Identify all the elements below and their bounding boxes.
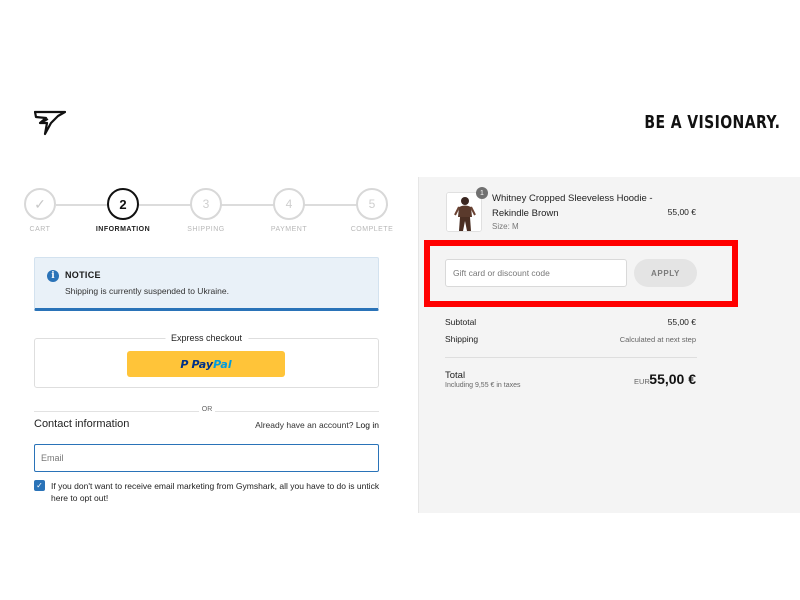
step-number: 4: [285, 197, 293, 211]
marketing-checkbox[interactable]: ✓: [34, 480, 45, 491]
account-prompt-text: Already have an account?: [255, 420, 354, 430]
step-number: 2: [119, 196, 127, 212]
account-prompt: Already have an account? Log in: [255, 420, 379, 430]
currency-code: EUR: [634, 377, 650, 386]
shipping-notice: i NOTICE Shipping is currently suspended…: [34, 257, 379, 311]
step-label-cart[interactable]: CART: [0, 226, 80, 233]
summary-divider: [445, 357, 697, 358]
product-name: Whitney Cropped Sleeveless Hoodie - Reki…: [492, 193, 653, 219]
paypal-pay-text: Pay: [191, 357, 214, 371]
express-checkout-title: Express checkout: [164, 333, 249, 343]
contact-information-title: Contact information: [34, 418, 130, 430]
marketing-consent-label: If you don't want to receive email marke…: [51, 481, 380, 503]
checkout-page: BE A VISIONARY. ✓ 2 3 4 5 CART INFORMATI…: [0, 0, 800, 600]
login-link[interactable]: Log in: [356, 420, 379, 430]
step-label-shipping: SHIPPING: [187, 226, 225, 233]
quantity-badge: 1: [476, 187, 488, 199]
gymshark-logo-icon[interactable]: [33, 110, 67, 136]
discount-code-input[interactable]: [445, 259, 627, 287]
product-thumbnail: [446, 192, 482, 232]
total-amount: 55,00 €: [649, 371, 696, 387]
product-size: Size: M: [492, 222, 519, 231]
subtotal-value: 55,00 €: [667, 317, 696, 327]
step-information: 2: [107, 188, 139, 220]
step-shipping: 3: [190, 188, 222, 220]
paypal-pal-text: Pal: [213, 357, 232, 371]
shipping-value: Calculated at next step: [619, 335, 696, 344]
notice-message: Shipping is currently suspended to Ukrai…: [65, 286, 229, 296]
step-label-information: INFORMATION: [95, 226, 151, 233]
checkout-stepper: ✓ 2 3 4 5 CART INFORMATION SHIPPING PAYM…: [24, 188, 393, 238]
subtotal-label: Subtotal: [445, 317, 477, 327]
info-icon: i: [47, 270, 59, 282]
check-icon: ✓: [34, 195, 46, 212]
checkmark-icon: ✓: [36, 481, 43, 490]
paypal-icon: P: [180, 357, 189, 371]
brand-slogan: BE A VISIONARY.: [644, 112, 780, 133]
step-complete: 5: [356, 188, 388, 220]
apply-discount-button[interactable]: APPLY: [634, 259, 697, 287]
paypal-button[interactable]: P Pay Pal: [127, 351, 285, 377]
product-price: 55,00 €: [667, 207, 696, 217]
product-image-icon: [447, 193, 481, 231]
or-label: OR: [199, 406, 215, 413]
step-label-complete: COMPLETE: [350, 226, 394, 233]
email-input[interactable]: [34, 444, 379, 472]
step-cart[interactable]: ✓: [24, 188, 56, 220]
total-label: Total: [445, 370, 466, 381]
shipping-label: Shipping: [445, 334, 479, 344]
step-number: 5: [368, 197, 376, 211]
notice-title: NOTICE: [65, 270, 101, 280]
express-checkout: Express checkout P Pay Pal: [34, 333, 379, 388]
step-number: 3: [202, 197, 210, 211]
step-payment: 4: [273, 188, 305, 220]
step-label-payment: PAYMENT: [270, 226, 308, 233]
tax-note: Including 9,55 € in taxes: [445, 382, 521, 389]
